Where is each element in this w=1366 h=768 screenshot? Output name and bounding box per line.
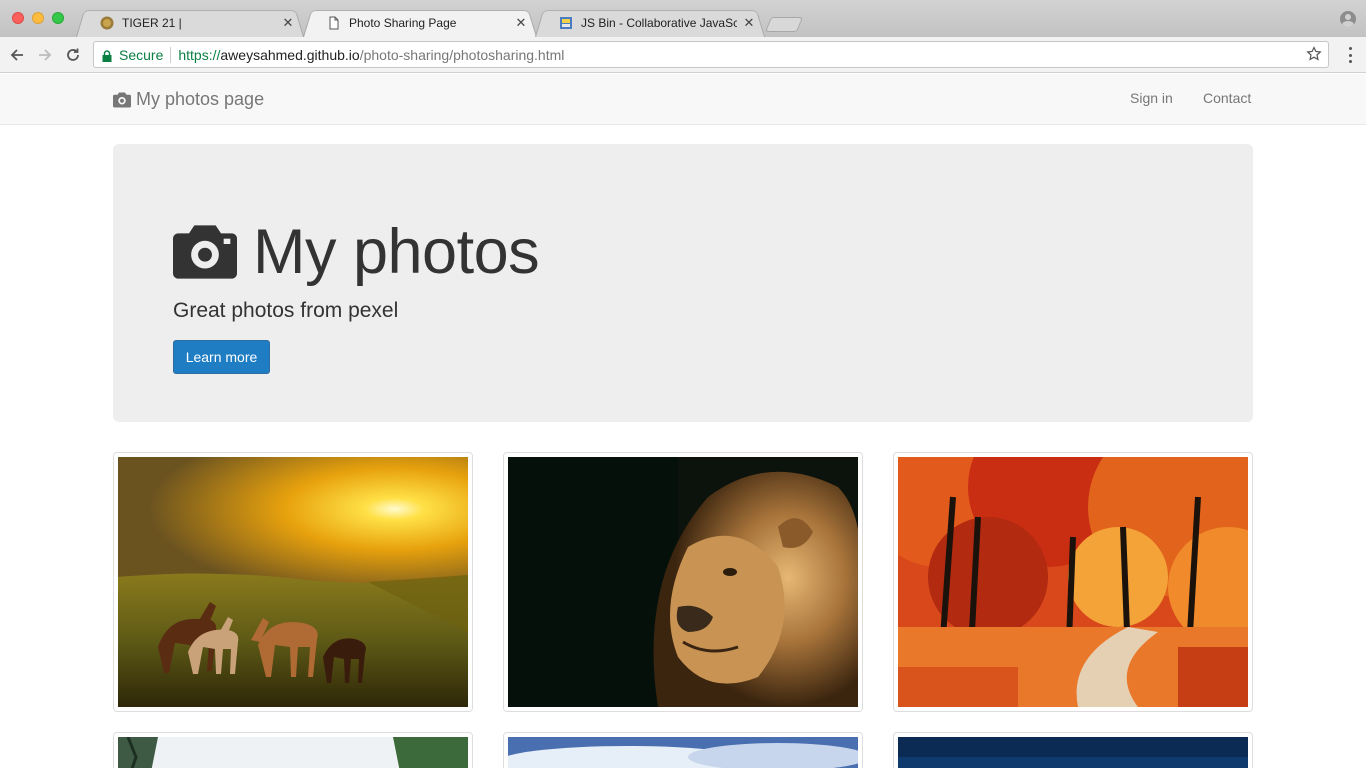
photo-thumbnail[interactable]: [503, 452, 863, 712]
camera-icon: [113, 92, 131, 107]
tiger21-favicon: [100, 16, 114, 29]
photo-thumbnail[interactable]: [893, 732, 1253, 768]
brand-link[interactable]: My photos page: [113, 89, 264, 110]
url-path: /photo-sharing/photosharing.html: [359, 46, 565, 63]
forward-arrow-icon[interactable]: [33, 43, 57, 67]
sign-in-link[interactable]: Sign in: [1130, 90, 1173, 106]
camera-icon: [173, 225, 237, 279]
back-arrow-icon[interactable]: [5, 43, 29, 67]
jsbin-favicon: [560, 16, 572, 29]
security-label[interactable]: Secure: [119, 47, 163, 63]
tab-title: TIGER 21 |: [122, 15, 182, 30]
close-window-button[interactable]: [12, 12, 24, 24]
horses-sunset-photo: [118, 457, 468, 707]
photo-thumbnail[interactable]: [893, 452, 1253, 712]
reload-icon[interactable]: [61, 43, 85, 67]
browser-tab-active[interactable]: Photo Sharing Page ✕: [303, 8, 537, 38]
minimize-window-button[interactable]: [32, 12, 44, 24]
forest-photo: [118, 737, 468, 768]
autumn-forest-photo: [898, 457, 1248, 707]
profile-icon[interactable]: [1340, 11, 1356, 27]
bookmark-star-icon[interactable]: [1306, 46, 1322, 65]
document-icon: [329, 16, 339, 29]
photo-thumbnail[interactable]: [503, 732, 863, 768]
new-tab-button[interactable]: [764, 17, 804, 32]
photo-thumbnail[interactable]: [113, 452, 473, 712]
tab-title: JS Bin - Collaborative JavaScri: [581, 15, 737, 30]
brand-label: My photos page: [136, 89, 265, 109]
browser-tab[interactable]: JS Bin - Collaborative JavaScri ✕: [535, 8, 765, 38]
site-navbar: My photos page Sign in Contact: [0, 74, 1366, 125]
close-icon[interactable]: ✕: [282, 15, 294, 31]
mountain-sky-photo: [508, 737, 858, 768]
browser-tab[interactable]: TIGER 21 | ✕: [76, 8, 304, 38]
browser-menu-icon[interactable]: [1348, 47, 1352, 63]
hero-title: My photos: [173, 216, 540, 288]
url-host: aweysahmed.github.io: [220, 46, 360, 63]
contact-link[interactable]: Contact: [1203, 90, 1251, 106]
learn-more-button[interactable]: Learn more: [173, 340, 270, 374]
lock-icon: [102, 49, 112, 62]
browser-toolbar: Secure https://aweysahmed.github.io/phot…: [0, 37, 1366, 73]
tab-title: Photo Sharing Page: [349, 15, 457, 30]
hero-title-text: My photos: [253, 217, 540, 287]
night-sky-photo: [898, 737, 1248, 768]
close-icon[interactable]: ✕: [743, 15, 755, 31]
hero-jumbotron: My photos Great photos from pexel Learn …: [113, 144, 1253, 422]
address-bar[interactable]: Secure https://aweysahmed.github.io/phot…: [93, 41, 1329, 68]
browser-tab-bar: TIGER 21 | ✕ Photo Sharing Page ✕ JS Bin…: [0, 0, 1366, 38]
url-scheme: https://: [178, 46, 221, 63]
lion-photo: [508, 457, 858, 707]
divider: [170, 46, 172, 63]
photo-thumbnail[interactable]: [113, 732, 473, 768]
zoom-window-button[interactable]: [52, 12, 64, 24]
hero-subtitle: Great photos from pexel: [173, 299, 399, 322]
close-icon[interactable]: ✕: [515, 15, 527, 31]
